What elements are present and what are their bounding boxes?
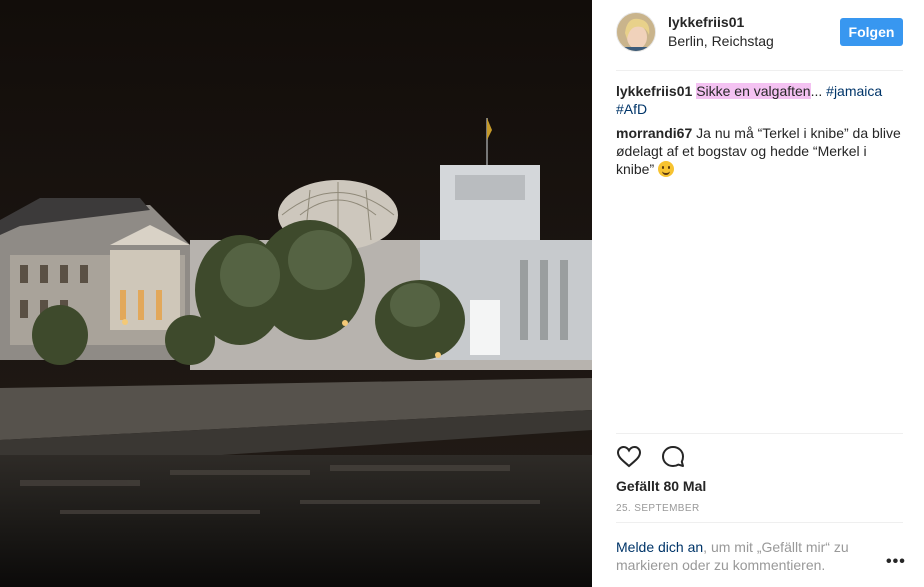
header-divider <box>616 70 903 71</box>
avatar[interactable] <box>616 12 656 52</box>
post-side-panel: lykkefriis01 Berlin, Reichstag Folgen ly… <box>592 0 924 587</box>
caption-ellipsis: ... <box>810 83 823 99</box>
follow-button[interactable]: Folgen <box>840 18 903 46</box>
comments-list: lykkefriis01 Sikke en valgaften... #jama… <box>616 82 903 184</box>
actions-divider <box>616 433 903 434</box>
caption-highlighted-text: Sikke en valgaften <box>696 83 811 99</box>
reichstag-night-photo <box>0 0 592 587</box>
hashtag-afd[interactable]: #AfD <box>616 101 647 117</box>
more-options-icon[interactable]: ••• <box>886 554 905 570</box>
comment-item: morrandi67 Ja nu må “Terkel i knibe” da … <box>616 124 903 178</box>
smiling-face-emoji-icon <box>658 161 675 177</box>
heart-icon[interactable] <box>616 444 642 470</box>
post-author-username[interactable]: lykkefriis01 <box>668 14 744 30</box>
likes-count[interactable]: Gefällt 80 Mal <box>616 478 706 494</box>
caption-comment: lykkefriis01 Sikke en valgaften... #jama… <box>616 82 903 118</box>
footer-divider <box>616 522 903 523</box>
login-prompt: Melde dich an, um mit „Gefällt mir“ zu m… <box>616 538 876 574</box>
post-location[interactable]: Berlin, Reichstag <box>668 33 774 49</box>
avatar-image <box>617 13 655 51</box>
post-actions <box>616 444 700 472</box>
hashtag-jamaica[interactable]: #jamaica <box>826 83 882 99</box>
post-header: lykkefriis01 Berlin, Reichstag Folgen <box>592 0 924 70</box>
login-link[interactable]: Melde dich an <box>616 539 703 555</box>
post-photo[interactable] <box>0 0 592 587</box>
post-date[interactable]: 25. SEPTEMBER <box>616 503 700 514</box>
comment-username[interactable]: lykkefriis01 <box>616 83 692 99</box>
comment-bubble-icon[interactable] <box>660 444 686 470</box>
comment-username[interactable]: morrandi67 <box>616 125 692 141</box>
